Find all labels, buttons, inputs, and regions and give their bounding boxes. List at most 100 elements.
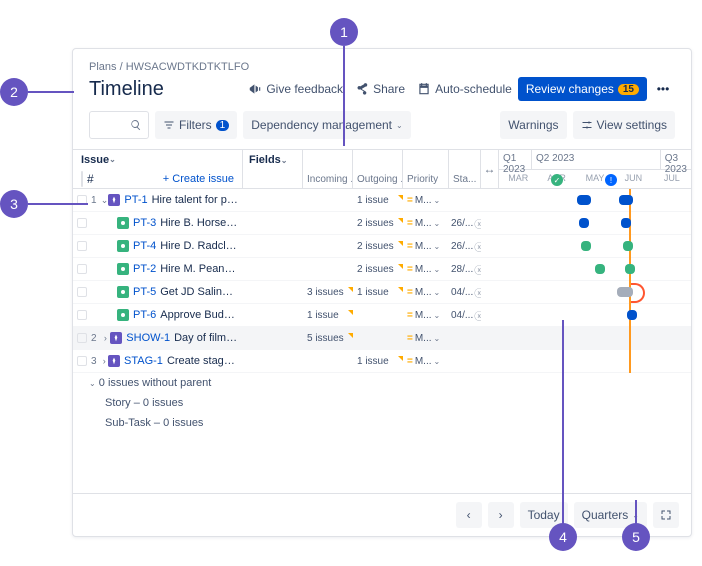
issue-key[interactable]: SHOW-1: [126, 332, 170, 344]
priority-cell[interactable]: = M... ⌄: [403, 310, 449, 321]
next-button[interactable]: ›: [488, 502, 514, 528]
issue-key[interactable]: PT-3: [133, 217, 156, 229]
issue-summary[interactable]: Day of filming: [174, 332, 239, 344]
issue-key[interactable]: PT-4: [133, 240, 156, 252]
expand-toggle[interactable]: ›: [101, 356, 108, 366]
incoming-cell[interactable]: 3 issues: [303, 287, 353, 298]
epic-icon: [108, 355, 120, 367]
timeline-bar[interactable]: [595, 264, 605, 274]
outgoing-cell[interactable]: 1 issue: [353, 287, 403, 298]
dependency-management-button[interactable]: Dependency management⌄: [243, 111, 410, 139]
outgoing-cell[interactable]: 2 issues: [353, 264, 403, 275]
priority-cell[interactable]: = M... ⌄: [403, 264, 449, 275]
timeline-bar[interactable]: [579, 218, 589, 228]
search-input[interactable]: [89, 111, 149, 139]
create-issue-button[interactable]: + Create issue: [163, 173, 234, 185]
row-checkbox[interactable]: [77, 356, 87, 366]
incoming-cell[interactable]: 5 issues: [303, 333, 353, 344]
row-checkbox[interactable]: [77, 241, 87, 251]
clear-icon[interactable]: ⓧ: [474, 216, 481, 231]
outgoing-cell[interactable]: 2 issues: [353, 218, 403, 229]
column-resize-handle[interactable]: ↔: [481, 150, 499, 188]
view-settings-button[interactable]: View settings: [573, 111, 675, 139]
start-date-cell[interactable]: 26/... ⓧ: [449, 239, 481, 254]
table-row[interactable]: PT-3 Hire B. Horseman 2 issues= M... ⌄26/.…: [73, 212, 691, 235]
timeline-bar[interactable]: [621, 218, 631, 228]
issue-summary[interactable]: Hire talent for premie...: [152, 194, 239, 206]
row-checkbox[interactable]: [77, 264, 87, 274]
table-row[interactable]: PT-4 Hire D. Radcliffe 2 issues= M... ⌄26/…: [73, 235, 691, 258]
fields-column-header[interactable]: Fields: [249, 154, 281, 166]
row-checkbox[interactable]: [77, 218, 87, 228]
start-date-cell[interactable]: 26/... ⓧ: [449, 216, 481, 231]
review-changes-button[interactable]: Review changes15: [518, 77, 647, 101]
table-row[interactable]: PT-2 Hire M. Peanut B... 2 issues= M... ⌄2…: [73, 258, 691, 281]
give-feedback-button[interactable]: Give feedback: [242, 78, 349, 100]
more-menu-button[interactable]: •••: [651, 77, 675, 101]
issue-key[interactable]: PT-1: [124, 194, 147, 206]
milestone-marker[interactable]: !: [605, 174, 617, 186]
epic-icon: [108, 194, 120, 206]
milestone-marker[interactable]: ✓: [551, 174, 563, 186]
timeline-bar[interactable]: [625, 264, 635, 274]
row-checkbox[interactable]: [77, 333, 87, 343]
priority-cell[interactable]: = M... ⌄: [403, 218, 449, 229]
start-date-cell[interactable]: 04/... ⓧ: [449, 308, 481, 323]
breadcrumb-root[interactable]: Plans: [89, 61, 117, 73]
warnings-button[interactable]: Warnings: [500, 111, 566, 139]
outgoing-cell[interactable]: 2 issues: [353, 241, 403, 252]
priority-cell[interactable]: = M... ⌄: [403, 241, 449, 252]
clear-icon[interactable]: ⓧ: [474, 262, 481, 277]
outgoing-cell[interactable]: 1 issue: [353, 356, 403, 367]
callout-line: [562, 320, 564, 524]
fullscreen-button[interactable]: [653, 502, 679, 528]
start-date-cell[interactable]: 28/... ⓧ: [449, 262, 481, 277]
issue-column-header[interactable]: Issue: [81, 154, 109, 166]
table-row[interactable]: PT-5 Get JD Salinger's... 3 issues1 issue=…: [73, 281, 691, 304]
table-row[interactable]: PT-6 Approve Budget 1 issue = M... ⌄04/... …: [73, 304, 691, 327]
issue-summary[interactable]: Hire D. Radcliffe: [160, 240, 239, 252]
select-all-checkbox[interactable]: [81, 171, 83, 187]
timeline-bar[interactable]: [627, 310, 637, 320]
no-parent-section[interactable]: ⌄ 0 issues without parent: [73, 373, 691, 393]
row-checkbox[interactable]: [77, 287, 87, 297]
timeline-bar[interactable]: [581, 241, 591, 251]
story-icon: [117, 309, 129, 321]
chevron-down-icon: ⌄: [434, 242, 441, 251]
priority-cell[interactable]: = M... ⌄: [403, 287, 449, 298]
quarter-label: Q3 2023: [660, 150, 691, 169]
issue-summary[interactable]: Get JD Salinger's...: [160, 286, 239, 298]
table-row[interactable]: 3›STAG-1Create stage for s...1 issue= M.…: [73, 350, 691, 373]
priority-cell[interactable]: = M... ⌄: [403, 195, 449, 206]
incoming-cell[interactable]: 1 issue: [303, 310, 353, 321]
issue-key[interactable]: STAG-1: [124, 355, 163, 367]
issue-key[interactable]: PT-6: [133, 309, 156, 321]
priority-medium-icon: =: [407, 218, 413, 229]
expand-toggle[interactable]: ›: [101, 333, 111, 343]
table-row[interactable]: 1⌄PT-1Hire talent for premie...1 issue= …: [73, 189, 691, 212]
story-icon: [117, 240, 129, 252]
clear-icon[interactable]: ⓧ: [474, 239, 481, 254]
timeline-bar[interactable]: [623, 241, 633, 251]
issue-summary[interactable]: Approve Budget: [160, 309, 239, 321]
timeline-bar[interactable]: [619, 195, 633, 205]
table-row[interactable]: 2›SHOW-1Day of filming5 issues= M... ⌄: [73, 327, 691, 350]
prev-button[interactable]: ‹: [456, 502, 482, 528]
expand-toggle[interactable]: ⌄: [101, 195, 109, 206]
issue-key[interactable]: PT-5: [133, 286, 156, 298]
timeline-bar[interactable]: [577, 195, 591, 205]
priority-cell[interactable]: = M... ⌄: [403, 333, 449, 344]
clear-icon[interactable]: ⓧ: [474, 308, 481, 323]
issue-key[interactable]: PT-2: [133, 263, 156, 275]
clear-icon[interactable]: ⓧ: [474, 285, 481, 300]
start-date-cell[interactable]: 04/... ⓧ: [449, 285, 481, 300]
row-checkbox[interactable]: [77, 310, 87, 320]
issue-summary[interactable]: Hire M. Peanut B...: [160, 263, 239, 275]
share-button[interactable]: Share: [349, 78, 411, 100]
issue-summary[interactable]: Hire B. Horseman: [160, 217, 239, 229]
filters-button[interactable]: Filters1: [155, 111, 237, 139]
priority-cell[interactable]: = M... ⌄: [403, 356, 449, 367]
issue-summary[interactable]: Create stage for s...: [167, 355, 239, 367]
outgoing-cell[interactable]: 1 issue: [353, 195, 403, 206]
auto-schedule-button[interactable]: Auto-schedule: [411, 78, 518, 100]
